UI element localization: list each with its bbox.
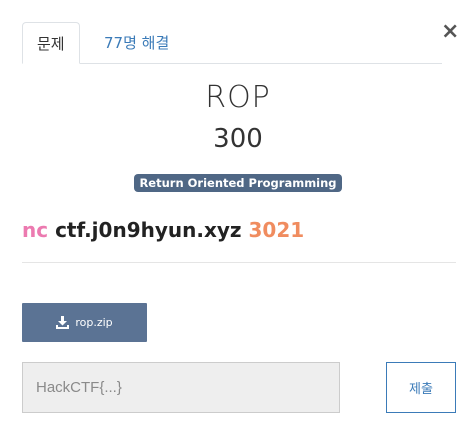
tab-solves[interactable]: 77명 해결 [90, 22, 183, 64]
challenge-value: 300 [213, 124, 263, 154]
command-text: nc [22, 218, 49, 242]
submit-button[interactable]: 제출 [386, 362, 456, 413]
tab-problem[interactable]: 문제 [22, 22, 80, 64]
close-button[interactable]: × [441, 21, 459, 43]
file-name: rop.zip [75, 316, 113, 329]
challenge-tabs: 문제 77명 해결 [22, 22, 442, 64]
challenge-tag: Return Oriented Programming [134, 174, 342, 192]
flag-input[interactable] [22, 362, 340, 413]
host-text: ctf.j0n9hyun.xyz [55, 218, 242, 242]
challenge-name: ROP [205, 80, 271, 115]
download-icon [56, 316, 70, 329]
challenge-description: nc ctf.j0n9hyun.xyz 3021 [22, 218, 304, 242]
divider [22, 262, 456, 263]
file-download-button[interactable]: rop.zip [22, 303, 147, 342]
port-text: 3021 [248, 218, 305, 242]
challenge-tags: Return Oriented Programming [0, 172, 476, 192]
